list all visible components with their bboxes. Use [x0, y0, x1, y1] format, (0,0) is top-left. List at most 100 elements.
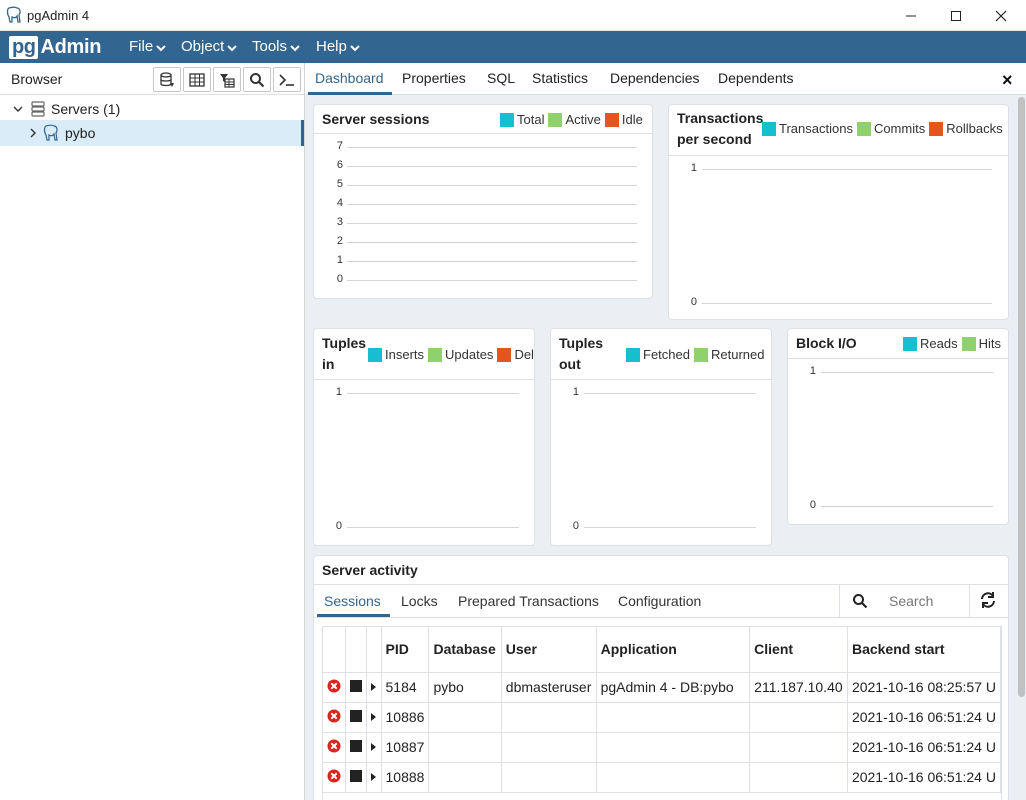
tab-dependents[interactable]: Dependents — [718, 70, 794, 86]
legend-swatch-transactions — [762, 121, 776, 136]
gridline — [347, 261, 637, 262]
tab-locks[interactable]: Locks — [401, 593, 438, 609]
tab-configuration[interactable]: Configuration — [618, 593, 701, 609]
filtered-rows-button[interactable] — [213, 67, 241, 92]
legend-fetched: Fetched — [643, 347, 690, 362]
tree-item-pybo[interactable]: pybo — [0, 120, 304, 146]
close-icon — [995, 10, 1007, 21]
gridline — [584, 393, 756, 394]
y-tick: 1 — [335, 386, 342, 398]
cell-pid: 10887 — [381, 732, 430, 763]
cell-pid: 10888 — [381, 762, 430, 793]
server-sessions-legend: Total Active Idle — [500, 112, 647, 127]
refresh-button[interactable] — [979, 591, 997, 612]
menu-help[interactable]: Help — [316, 38, 360, 55]
gridline — [584, 527, 756, 528]
expand-row-button[interactable] — [366, 702, 382, 733]
search-input[interactable]: Search — [889, 593, 933, 609]
y-tick: 0 — [336, 273, 343, 285]
browser-title: Browser — [11, 71, 63, 87]
pgadmin-app-icon — [6, 6, 21, 23]
header-cancel — [323, 627, 347, 673]
tab-sql[interactable]: SQL — [487, 70, 515, 86]
chevron-down-icon — [290, 44, 300, 51]
y-tick: 1 — [572, 386, 579, 398]
caret-right-icon — [371, 683, 377, 691]
tuples-out-title-line1: Tuples — [559, 335, 604, 351]
tab-properties[interactable]: Properties — [402, 70, 466, 86]
tree-item-servers[interactable]: Servers (1) — [0, 96, 304, 122]
scrollbar-thumb[interactable] — [1018, 97, 1025, 697]
legend-swatch-idle — [604, 112, 619, 127]
close-window-button[interactable] — [978, 0, 1024, 31]
activity-search[interactable]: Search — [839, 585, 970, 617]
active-tab-indicator — [308, 92, 392, 95]
psql-tool-button[interactable] — [273, 67, 301, 92]
gridline — [347, 393, 519, 394]
server-activity-card: Server activity Sessions Locks Prepared … — [313, 555, 1009, 800]
cell-user — [501, 732, 597, 763]
tab-dependencies[interactable]: Dependencies — [610, 70, 700, 86]
server-activity-title: Server activity — [322, 562, 418, 578]
cancel-icon — [327, 679, 341, 692]
chevron-down-icon — [350, 44, 360, 51]
y-tick: 6 — [336, 159, 343, 171]
legend-swatch-hits — [961, 336, 976, 351]
chevron-down-icon — [156, 44, 166, 51]
query-tool-button[interactable] — [153, 67, 181, 92]
expand-row-button[interactable] — [366, 672, 382, 703]
y-tick: 1 — [690, 162, 697, 174]
tab-prepared-transactions[interactable]: Prepared Transactions — [458, 593, 599, 609]
terminate-session-button[interactable] — [345, 762, 368, 793]
menu-tools[interactable]: Tools — [252, 38, 300, 55]
legend-commits: Commits — [873, 121, 926, 136]
vertical-scrollbar[interactable] — [1016, 95, 1026, 800]
cell-application — [596, 762, 751, 793]
tuples-in-card: Tuples in Inserts Updates Deletes 1 0 — [313, 328, 535, 546]
caret-right-icon — [371, 713, 377, 721]
table-row: 10887 2021-10-16 06:51:24 U — [323, 732, 1001, 763]
chevron-down-icon[interactable] — [13, 104, 23, 114]
terminate-session-button[interactable] — [345, 732, 368, 763]
cancel-icon — [327, 709, 341, 722]
minimize-button[interactable] — [888, 0, 934, 31]
close-tab-icon[interactable]: × — [1002, 70, 1013, 91]
terminate-session-button[interactable] — [345, 672, 368, 703]
header-database[interactable]: Database — [428, 627, 502, 673]
menu-object[interactable]: Object — [181, 38, 238, 55]
terminate-session-button[interactable] — [345, 702, 368, 733]
tab-dashboard[interactable]: Dashboard — [315, 70, 384, 86]
tps-legend: Transactions Commits Rollbacks — [762, 121, 1007, 136]
search-objects-button[interactable] — [243, 67, 271, 92]
cancel-query-button[interactable] — [323, 762, 347, 793]
legend-rollbacks: Rollbacks — [946, 121, 1003, 136]
terminal-icon — [279, 73, 294, 86]
y-tick: 4 — [336, 197, 343, 209]
cancel-query-button[interactable] — [323, 702, 347, 733]
expand-row-button[interactable] — [366, 732, 382, 763]
tuples-out-legend: Fetched Returned — [626, 347, 768, 362]
grid-header-row: PID Database User Application Client Bac… — [323, 627, 1001, 673]
cell-application: pgAdmin 4 - DB:pybo — [596, 672, 751, 703]
cancel-query-button[interactable] — [323, 672, 347, 703]
block-io-title: Block I/O — [796, 335, 857, 351]
cell-database — [428, 732, 502, 763]
header-pid[interactable]: PID — [381, 627, 430, 673]
header-user[interactable]: User — [501, 627, 597, 673]
tab-statistics[interactable]: Statistics — [532, 70, 588, 86]
menu-file[interactable]: File — [129, 38, 166, 55]
header-client[interactable]: Client — [749, 627, 848, 673]
maximize-button[interactable] — [933, 0, 979, 31]
view-data-button[interactable] — [183, 67, 211, 92]
tab-sessions[interactable]: Sessions — [324, 593, 381, 609]
tuples-in-legend: Inserts Updates Deletes — [368, 347, 534, 362]
cell-user: dbmasteruser — [501, 672, 597, 703]
header-application[interactable]: Application — [596, 627, 751, 673]
cancel-query-button[interactable] — [323, 732, 347, 763]
legend-deletes: Deletes — [514, 347, 534, 362]
chevron-right-icon[interactable] — [28, 128, 38, 138]
expand-row-button[interactable] — [366, 762, 382, 793]
stop-icon — [350, 770, 363, 782]
menu-file-label: File — [129, 38, 154, 55]
header-backend-start[interactable]: Backend start — [847, 627, 1001, 673]
